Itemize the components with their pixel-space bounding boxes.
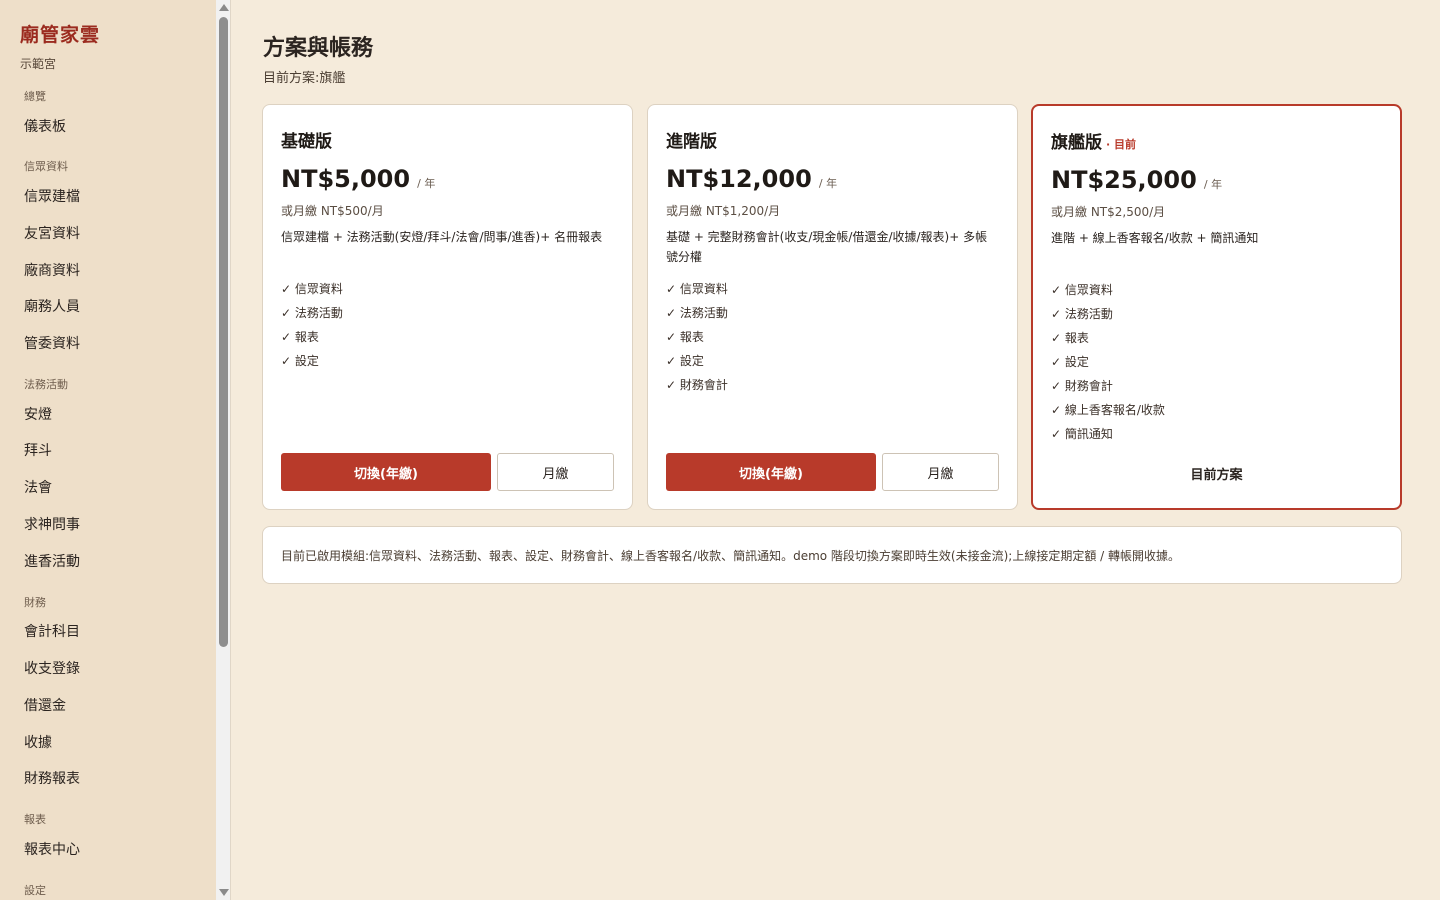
feature-item: ✓ 設定 bbox=[1051, 355, 1089, 369]
sidebar-item-report-center[interactable]: 報表中心 bbox=[24, 839, 80, 859]
brand-title: 廟管家雲 bbox=[20, 24, 101, 46]
plan-card-advanced: 進階版 NT$12,000 / 年 或月繳 NT$1,200/月 基礎 + 完整… bbox=[647, 104, 1018, 510]
feature-item: ✓ 財務會計 bbox=[666, 378, 728, 392]
sidebar-item-loans[interactable]: 借還金 bbox=[24, 695, 66, 715]
sidebar-item-lamps[interactable]: 安燈 bbox=[24, 404, 52, 424]
plan-description: 進階 + 線上香客報名/收款 + 簡訊通知 bbox=[1051, 231, 1259, 245]
nav-group-rituals: 法務活動 bbox=[24, 378, 68, 391]
scroll-thumb[interactable] bbox=[219, 17, 228, 647]
price-unit: / 年 bbox=[417, 177, 436, 190]
sidebar: 廟管家雲 示範宮 總覽 儀表板 信眾資料 信眾建檔 友宮資料 廠商資料 廟務人員… bbox=[0, 0, 216, 900]
brand: 廟管家雲 示範宮 bbox=[20, 20, 100, 72]
monthly-price: 或月繳 NT$500/月 bbox=[281, 204, 384, 218]
sidebar-item-staff[interactable]: 廟務人員 bbox=[24, 296, 80, 316]
feature-item: ✓ 信眾資料 bbox=[281, 282, 343, 296]
plan-price: NT$12,000 bbox=[666, 165, 812, 193]
plan-card-basic: 基礎版 NT$5,000 / 年 或月繳 NT$500/月 信眾建檔 + 法務活… bbox=[262, 104, 633, 510]
plan-name-text: 旗艦版 bbox=[1051, 133, 1102, 153]
price-row: NT$25,000 / 年 bbox=[1051, 166, 1222, 194]
sidebar-item-finance-reports[interactable]: 財務報表 bbox=[24, 768, 80, 788]
plan-description: 基礎 + 完整財務會計(收支/現金帳/借還金/收據/報表)+ 多帳號分權 bbox=[666, 230, 988, 264]
monthly-price: 或月繳 NT$1,200/月 bbox=[666, 204, 781, 218]
sidebar-scrollbar[interactable] bbox=[216, 0, 231, 900]
feature-item: ✓ 法務活動 bbox=[281, 306, 343, 320]
sidebar-item-ceremony[interactable]: 法會 bbox=[24, 477, 52, 497]
sidebar-item-receipts[interactable]: 收據 bbox=[24, 732, 52, 752]
feature-item: ✓ 信眾資料 bbox=[1051, 283, 1113, 297]
feature-item: ✓ 報表 bbox=[281, 330, 319, 344]
plan-description: 信眾建檔 + 法務活動(安燈/拜斗/法會/問事/進香)+ 名冊報表 bbox=[281, 230, 603, 244]
temple-name: 示範宮 bbox=[20, 57, 57, 71]
sidebar-item-divination[interactable]: 求神問事 bbox=[24, 514, 80, 534]
sidebar-item-dou[interactable]: 拜斗 bbox=[24, 440, 52, 460]
price-row: NT$5,000 / 年 bbox=[281, 165, 435, 193]
enabled-modules-note: 目前已啟用模組:信眾資料、法務活動、報表、設定、財務會計、線上香客報名/收款、簡… bbox=[262, 526, 1402, 584]
sidebar-item-accounts[interactable]: 會計科目 bbox=[24, 621, 80, 641]
switch-yearly-button[interactable]: 切換(年繳) bbox=[666, 453, 876, 491]
scroll-down-arrow-icon[interactable] bbox=[219, 889, 229, 896]
plan-price: NT$5,000 bbox=[281, 165, 411, 193]
current-badge: · 目前 bbox=[1106, 138, 1137, 151]
sidebar-item-friend-temples[interactable]: 友宮資料 bbox=[24, 223, 80, 243]
sidebar-item-committee[interactable]: 管委資料 bbox=[24, 333, 80, 353]
feature-item: ✓ 簡訊通知 bbox=[1051, 427, 1113, 441]
monthly-button[interactable]: 月繳 bbox=[497, 453, 614, 491]
feature-list: ✓ 信眾資料 ✓ 法務活動 ✓ 報表 ✓ 設定 bbox=[281, 277, 343, 373]
price-row: NT$12,000 / 年 bbox=[666, 165, 837, 193]
current-plan-label: 目前方案 bbox=[1190, 468, 1243, 483]
price-unit: / 年 bbox=[818, 177, 838, 190]
monthly-price: 或月繳 NT$2,500/月 bbox=[1051, 205, 1166, 219]
switch-yearly-button[interactable]: 切換(年繳) bbox=[281, 453, 491, 491]
sidebar-item-vendors[interactable]: 廠商資料 bbox=[24, 260, 80, 280]
plan-name: 基礎版 bbox=[281, 132, 332, 152]
sidebar-item-pilgrimage[interactable]: 進香活動 bbox=[24, 551, 80, 571]
sidebar-item-devotee-records[interactable]: 信眾建檔 bbox=[24, 186, 80, 206]
feature-list: ✓ 信眾資料 ✓ 法務活動 ✓ 報表 ✓ 設定 ✓ 財務會計 ✓ 線上香客報名/… bbox=[1051, 278, 1165, 446]
feature-item: ✓ 線上香客報名/收款 bbox=[1051, 403, 1165, 417]
feature-item: ✓ 法務活動 bbox=[1051, 307, 1113, 321]
sidebar-item-dashboard[interactable]: 儀表板 bbox=[24, 116, 66, 136]
nav-group-settings: 設定 bbox=[24, 884, 46, 897]
feature-list: ✓ 信眾資料 ✓ 法務活動 ✓ 報表 ✓ 設定 ✓ 財務會計 bbox=[666, 277, 728, 397]
feature-item: ✓ 報表 bbox=[1051, 331, 1089, 345]
monthly-button[interactable]: 月繳 bbox=[882, 453, 999, 491]
feature-item: ✓ 信眾資料 bbox=[666, 282, 728, 296]
page-title: 方案與帳務 bbox=[263, 35, 374, 61]
nav-group-reports: 報表 bbox=[24, 813, 46, 826]
nav-group-devotees: 信眾資料 bbox=[24, 160, 68, 173]
nav-group-overview: 總覽 bbox=[24, 90, 46, 103]
current-plan-text: 目前方案:旗艦 bbox=[263, 71, 346, 86]
plan-card-flagship: 旗艦版 · 目前 NT$25,000 / 年 或月繳 NT$2,500/月 進階 … bbox=[1031, 104, 1402, 510]
plan-name: 進階版 bbox=[666, 132, 717, 152]
feature-item: ✓ 法務活動 bbox=[666, 306, 728, 320]
sidebar-item-income-expense[interactable]: 收支登錄 bbox=[24, 658, 80, 678]
feature-item: ✓ 財務會計 bbox=[1051, 379, 1113, 393]
feature-item: ✓ 設定 bbox=[281, 354, 319, 368]
scroll-up-arrow-icon[interactable] bbox=[219, 4, 229, 11]
plan-price: NT$25,000 bbox=[1051, 166, 1197, 194]
plan-name: 旗艦版 · 目前 bbox=[1051, 128, 1136, 153]
feature-item: ✓ 設定 bbox=[666, 354, 704, 368]
price-unit: / 年 bbox=[1203, 178, 1223, 191]
feature-item: ✓ 報表 bbox=[666, 330, 704, 344]
nav-group-finance: 財務 bbox=[24, 596, 46, 609]
